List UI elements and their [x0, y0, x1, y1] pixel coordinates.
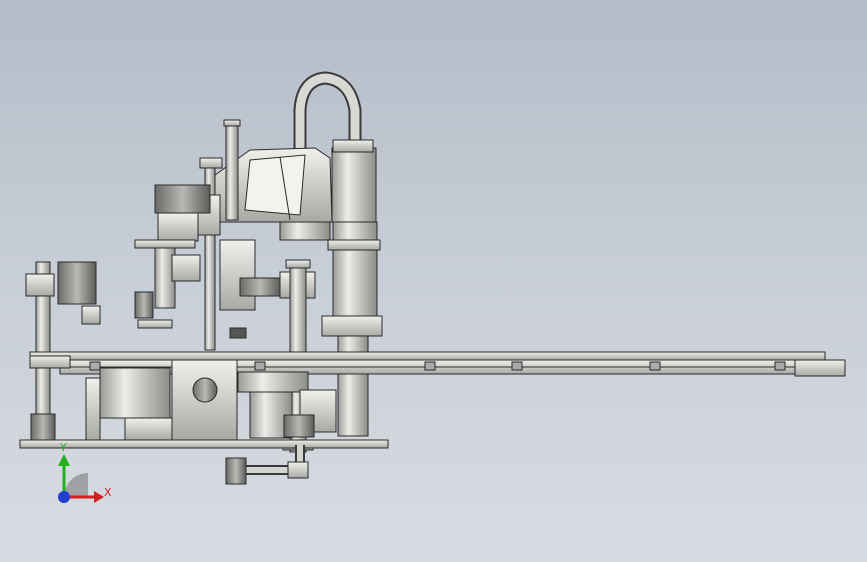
y-axis-label: Y — [60, 441, 67, 454]
conveyor-rail — [29, 351, 826, 361]
base-plate — [19, 439, 389, 449]
robot-column — [332, 221, 378, 323]
cad-viewport[interactable]: X Y — [0, 0, 867, 562]
x-axis-label: X — [104, 486, 112, 499]
coordinate-triad — [58, 454, 104, 503]
assembly-drawing — [19, 71, 846, 503]
